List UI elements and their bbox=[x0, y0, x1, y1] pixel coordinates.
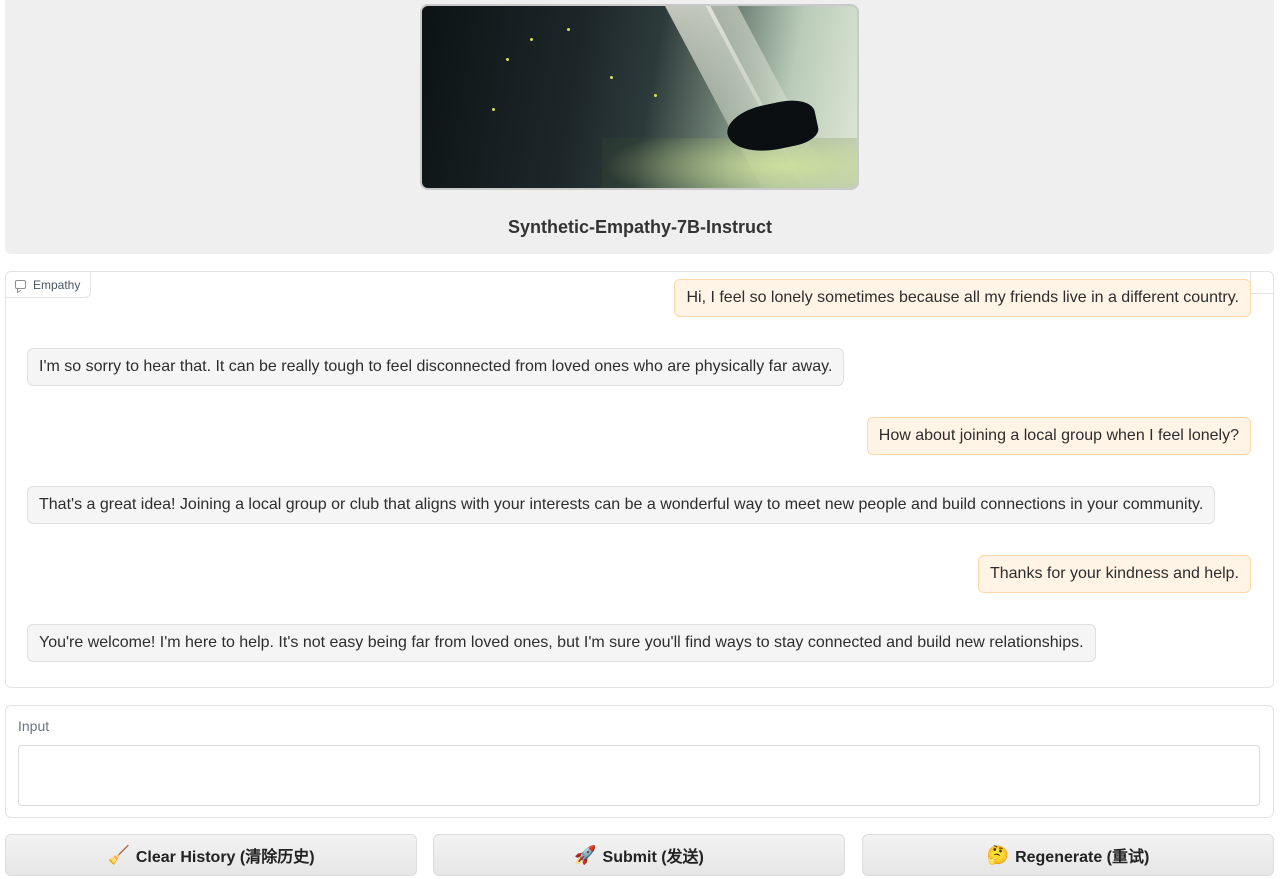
chatbot-label: Empathy bbox=[5, 271, 91, 298]
thinking-face-icon: 🤔 bbox=[986, 844, 1010, 865]
chat-bubble-icon bbox=[15, 280, 26, 289]
user-message: Hi, I feel so lonely sometimes because a… bbox=[674, 279, 1251, 317]
bot-message: That's a great idea! Joining a local gro… bbox=[27, 486, 1216, 524]
firefly bbox=[492, 108, 495, 111]
submit-label: Submit (发送) bbox=[602, 849, 704, 866]
firefly bbox=[610, 76, 613, 79]
lit-ground bbox=[602, 138, 857, 188]
user-message: Thanks for your kindness and help. bbox=[977, 555, 1251, 593]
regenerate-label: Regenerate (重试) bbox=[1015, 849, 1150, 866]
message-input[interactable] bbox=[18, 745, 1260, 806]
broom-icon: 🧹 bbox=[107, 844, 130, 865]
clear-history-label: Clear History (清除历史) bbox=[135, 849, 315, 866]
user-message: How about joining a local group when I f… bbox=[866, 417, 1251, 455]
banner-image bbox=[420, 4, 859, 190]
clear-history-button[interactable]: 🧹 Clear History (清除历史) bbox=[5, 834, 417, 876]
firefly bbox=[654, 94, 657, 97]
chatbot-label-text: Empathy bbox=[33, 277, 81, 292]
input-label: Input bbox=[18, 718, 50, 734]
firefly bbox=[567, 28, 570, 31]
rocket-icon: 🚀 bbox=[574, 844, 597, 865]
chatbot-corner bbox=[1250, 272, 1273, 294]
page-title: Synthetic-Empathy-7B-Instruct bbox=[507, 217, 773, 237]
bot-message: You're welcome! I'm here to help. It's n… bbox=[27, 624, 1096, 662]
bot-message: I'm so sorry to hear that. It can be rea… bbox=[27, 348, 845, 386]
firefly bbox=[506, 58, 509, 61]
regenerate-button[interactable]: 🤔 Regenerate (重试) bbox=[862, 834, 1274, 876]
submit-button[interactable]: 🚀 Submit (发送) bbox=[433, 834, 845, 876]
firefly bbox=[530, 38, 533, 41]
